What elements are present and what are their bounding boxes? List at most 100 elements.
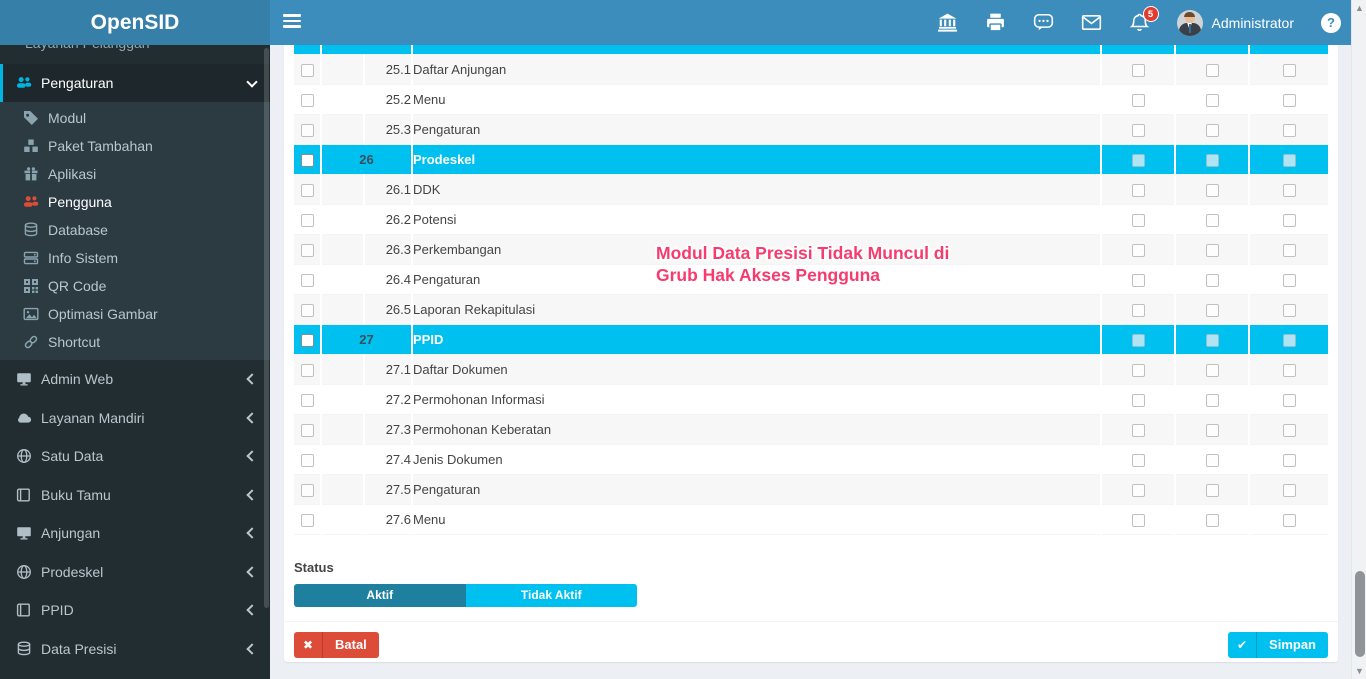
row-select-checkbox[interactable] [300,483,314,497]
row-select-checkbox[interactable] [300,303,314,317]
row-select-checkbox[interactable] [300,363,314,377]
permission-checkbox[interactable] [1131,333,1145,347]
permission-checkbox[interactable] [1282,363,1296,377]
permission-checkbox[interactable] [1205,213,1219,227]
user-menu[interactable]: Administrator [1176,9,1294,36]
permission-checkbox[interactable] [1282,333,1296,347]
permission-checkbox[interactable] [1205,453,1219,467]
permission-checkbox[interactable] [1131,453,1145,467]
print-icon[interactable] [985,12,1006,33]
permission-checkbox[interactable] [1131,363,1145,377]
notifications-bell-icon[interactable]: 5 [1129,6,1159,33]
row-select-checkbox[interactable] [300,243,314,257]
sidebar-item-layanan-mandiri[interactable]: Layanan Mandiri [0,399,270,438]
sidebar-item-satu-data[interactable]: Satu Data [0,437,270,476]
permission-checkbox[interactable] [1205,513,1219,527]
permission-checkbox[interactable] [1282,183,1296,197]
permission-checkbox[interactable] [1282,483,1296,497]
scroll-down-arrow[interactable]: ▼ [1352,664,1366,678]
notification-badge[interactable]: 5 [1142,6,1159,22]
mail-icon[interactable] [1081,12,1102,33]
help-icon[interactable]: ? [1321,12,1341,33]
sidebar-item-optimasi-gambar[interactable]: Optimasi Gambar [0,300,270,328]
permission-checkbox[interactable] [1131,123,1145,137]
row-select-checkbox[interactable] [300,453,314,467]
sidebar-item-pengaturan[interactable]: Pengaturan [0,64,270,102]
permission-checkbox[interactable] [1205,153,1219,167]
permission-checkbox[interactable] [1282,93,1296,107]
permission-checkbox[interactable] [1205,483,1219,497]
permission-checkbox[interactable] [1131,483,1145,497]
permission-checkbox[interactable] [1131,153,1145,167]
permission-checkbox[interactable] [1205,243,1219,257]
permission-checkbox[interactable] [1205,333,1219,347]
sidebar-item-anjungan[interactable]: Anjungan [0,514,270,553]
permission-checkbox[interactable] [1205,423,1219,437]
permission-checkbox[interactable] [1205,93,1219,107]
permission-checkbox[interactable] [1282,393,1296,407]
permission-checkbox[interactable] [1131,93,1145,107]
cancel-button[interactable]: ✖ Batal [294,631,379,658]
sidebar-item-admin-web[interactable]: Admin Web [0,360,270,399]
sidebar-item-database[interactable]: Database [0,216,270,244]
permission-checkbox[interactable] [1205,363,1219,377]
sidebar-item-qr-code[interactable]: QR Code [0,272,270,300]
row-select-checkbox[interactable] [300,63,314,77]
sidebar-item-ppid[interactable]: PPID [0,591,270,630]
permission-checkbox[interactable] [1282,273,1296,287]
permission-checkbox[interactable] [1205,273,1219,287]
chat-icon[interactable] [1033,12,1054,33]
row-select-checkbox[interactable] [300,123,314,137]
row-select-checkbox[interactable] [300,333,314,347]
permission-checkbox[interactable] [1131,513,1145,527]
row-select-checkbox[interactable] [300,213,314,227]
sidebar-item-info-sistem[interactable]: Info Sistem [0,244,270,272]
page-scrollbar[interactable]: ▲ ▼ [1351,0,1366,679]
sidebar-item-modul[interactable]: Modul [0,104,270,132]
row-select-checkbox[interactable] [300,183,314,197]
row-select-checkbox[interactable] [300,153,314,167]
sidebar-item-buku-tamu[interactable]: Buku Tamu [0,476,270,515]
permission-checkbox[interactable] [1282,63,1296,77]
permission-checkbox[interactable] [1282,453,1296,467]
permission-checkbox[interactable] [1205,183,1219,197]
scroll-up-arrow[interactable]: ▲ [1352,1,1366,15]
status-tidak-aktif-button[interactable]: Tidak Aktif [465,583,637,607]
sidebar-toggle-button[interactable] [283,14,301,30]
permission-checkbox[interactable] [1131,243,1145,257]
status-aktif-button[interactable]: Aktif [294,583,466,607]
permission-checkbox[interactable] [1282,513,1296,527]
scrollbar-thumb[interactable] [1354,571,1365,657]
row-select-checkbox[interactable] [300,93,314,107]
sidebar-item-data-presisi[interactable]: Data Presisi [0,630,270,669]
bank-icon[interactable] [937,12,958,33]
permission-checkbox[interactable] [1205,303,1219,317]
row-select-checkbox[interactable] [300,513,314,527]
sidebar-item-paket-tambahan[interactable]: Paket Tambahan [0,132,270,160]
save-button[interactable]: ✔ Simpan [1228,631,1328,658]
permission-checkbox[interactable] [1282,153,1296,167]
permission-checkbox[interactable] [1131,183,1145,197]
sidebar-item-shortcut[interactable]: Shortcut [0,328,270,356]
permission-checkbox[interactable] [1131,273,1145,287]
permission-checkbox[interactable] [1282,123,1296,137]
permission-checkbox[interactable] [1205,63,1219,77]
sidebar-item-pengguna[interactable]: Pengguna [0,188,270,216]
row-select-checkbox[interactable] [300,423,314,437]
permission-checkbox[interactable] [1205,393,1219,407]
permission-checkbox[interactable] [1282,423,1296,437]
permission-checkbox[interactable] [1131,213,1145,227]
row-select-checkbox[interactable] [300,393,314,407]
sidebar-scrollbar[interactable] [264,48,269,608]
permission-checkbox[interactable] [1131,393,1145,407]
row-select-checkbox[interactable] [300,273,314,287]
permission-checkbox[interactable] [1205,123,1219,137]
permission-checkbox[interactable] [1282,303,1296,317]
permission-checkbox[interactable] [1282,243,1296,257]
permission-checkbox[interactable] [1131,63,1145,77]
sidebar-item-prodeskel[interactable]: Prodeskel [0,553,270,592]
sidebar-item-aplikasi[interactable]: Aplikasi [0,160,270,188]
app-logo[interactable]: OpenSID [0,0,270,45]
permission-checkbox[interactable] [1282,213,1296,227]
permission-checkbox[interactable] [1131,303,1145,317]
